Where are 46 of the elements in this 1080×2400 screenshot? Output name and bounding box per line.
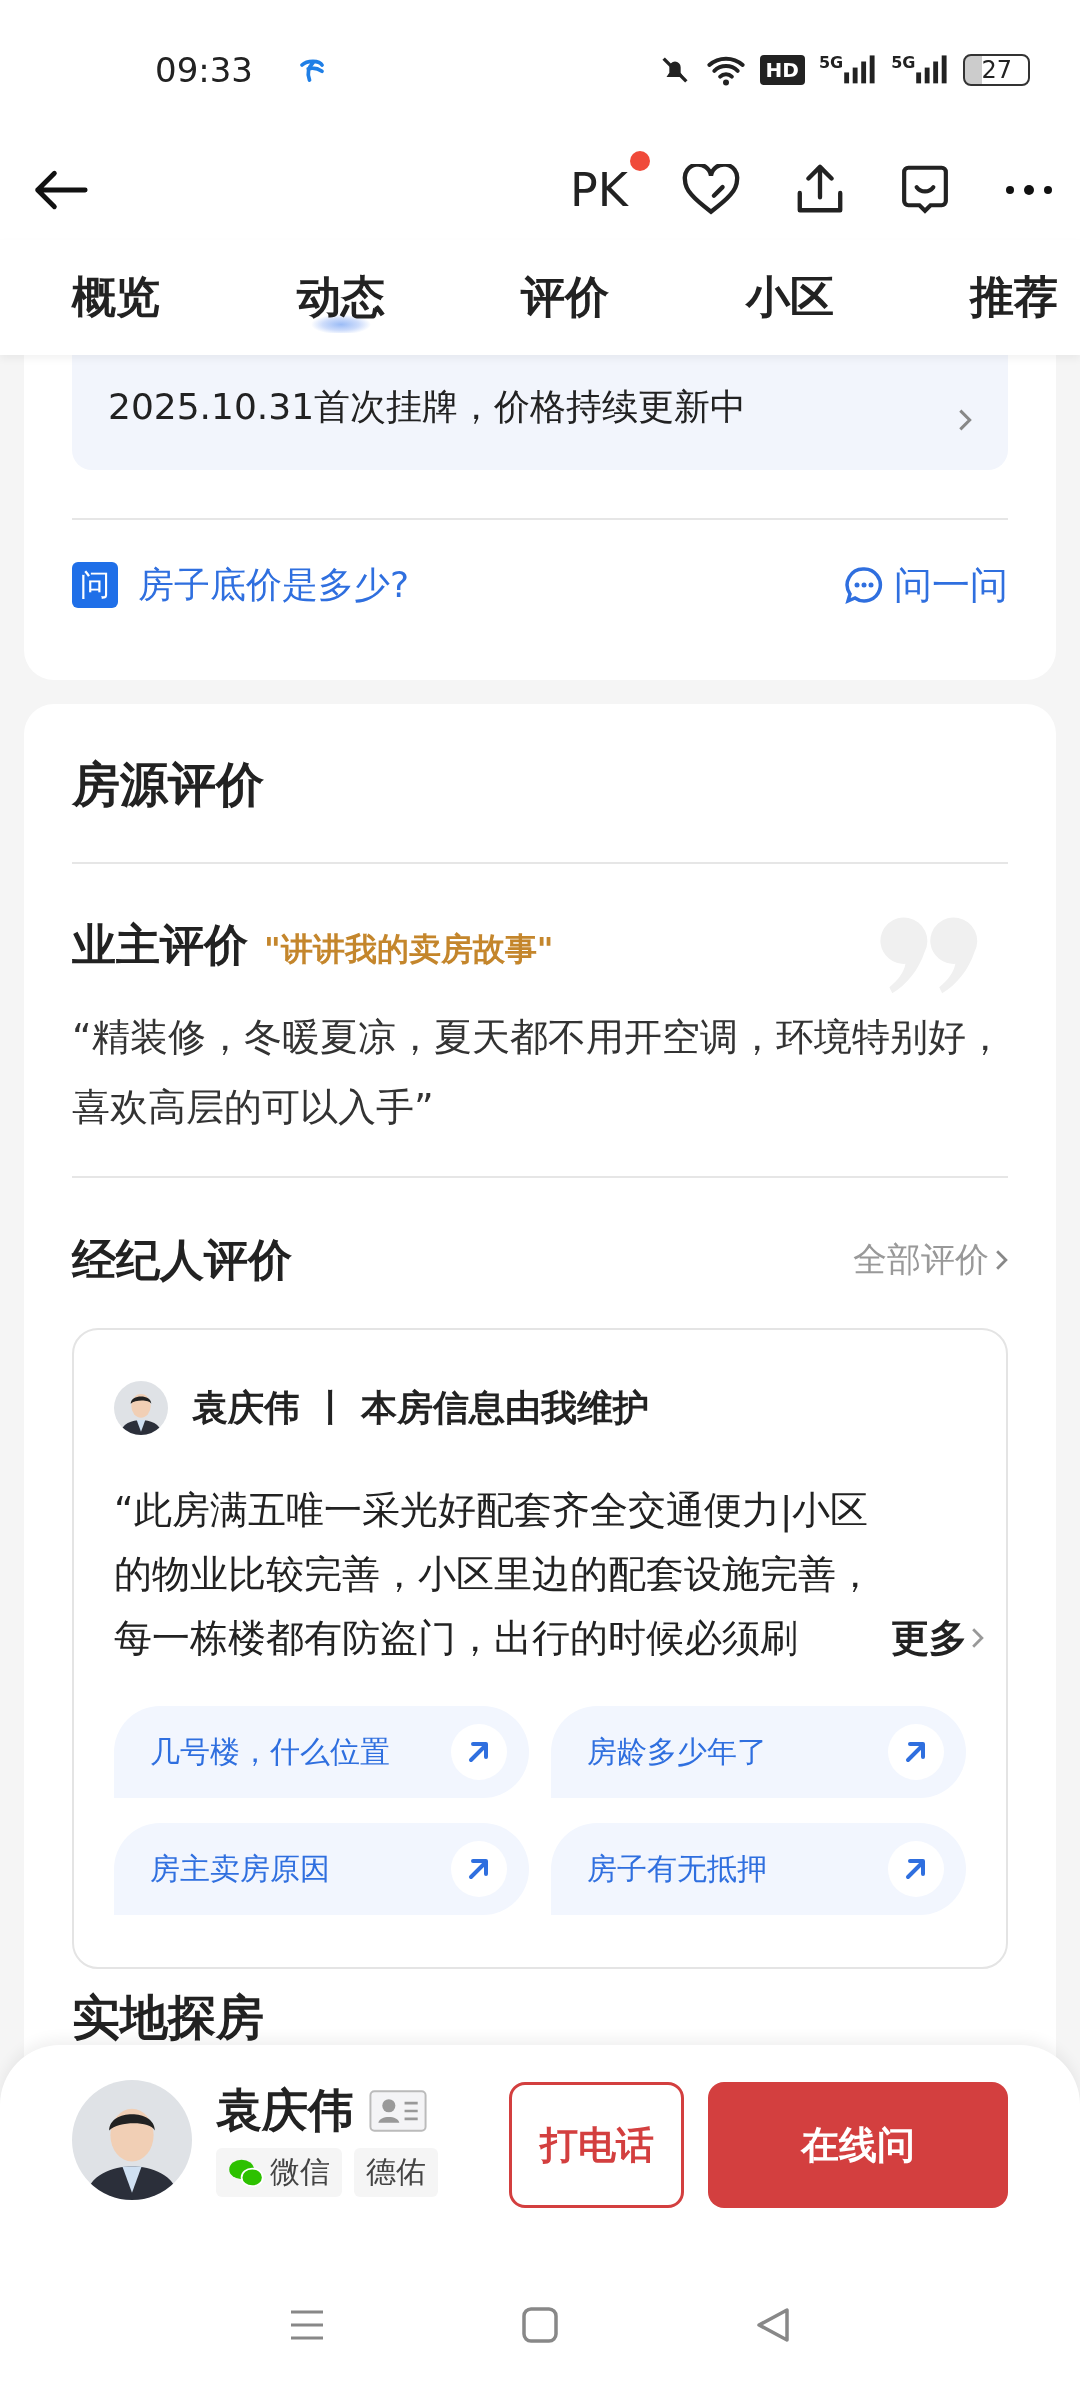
id-card-icon[interactable] (368, 2090, 428, 2132)
owner-review-text: “精装修，冬暖夏凉，夏天都不用开空调，环境特别好，喜欢高层的可以入手” (72, 1014, 1005, 1131)
tab[interactable]: 小区 (745, 262, 834, 333)
more-link[interactable]: 更多 (891, 1606, 984, 1670)
tab[interactable]: 推荐 (970, 262, 1058, 333)
agent-review-text: “此房满五唯一采光好配套齐全交通便力|小区的物业比较完善，小区里边的配套设施完善，每一栋楼都有防盗门，出行的时候必须刷 (114, 1487, 875, 1662)
chat-bubbles-icon (228, 2157, 264, 2188)
agent-name: 袁庆伟 (216, 2082, 354, 2139)
back-triangle-icon[interactable] (755, 2307, 792, 2343)
chevron-right-icon (958, 408, 972, 432)
signal-icon (915, 55, 950, 85)
back-arrow-icon[interactable] (32, 169, 88, 211)
owner-review-title: 业主评价 (72, 918, 248, 972)
network-label: 5G (818, 55, 844, 71)
section-title: 房源评价 (72, 755, 265, 814)
call-button[interactable]: 打电话 (509, 2082, 684, 2208)
all-reviews-link[interactable]: 全部评价 (853, 1237, 1008, 1283)
status-time: 09:33 (155, 50, 253, 90)
question-chip[interactable]: 房龄多少年了 (551, 1706, 966, 1798)
home-square-icon[interactable] (522, 2307, 558, 2343)
online-chat-button[interactable]: 在线问 (708, 2082, 1008, 2208)
listing-banner[interactable]: 2025.10.31首次挂牌，价格持续更新中 (72, 355, 1008, 470)
chevron-right-icon (971, 1627, 984, 1649)
owner-review-slogan: "讲讲我的卖房故事" (264, 929, 554, 970)
heart-icon[interactable] (682, 164, 740, 216)
signal-icon (843, 55, 878, 85)
agent-tag: 德佑 (354, 2148, 438, 2197)
more-icon[interactable] (1004, 184, 1054, 196)
battery-indicator: 27 (963, 54, 1030, 86)
network-label: 5G (891, 55, 916, 71)
chat-bubble-icon (844, 565, 884, 605)
tab[interactable]: 评价 (521, 262, 609, 333)
question-badge: 问 (72, 562, 118, 608)
question-link[interactable]: 房子底价是多少? (138, 560, 410, 610)
section-title: 实地探房 (72, 1988, 265, 2047)
question-chip[interactable]: 几号楼，什么位置 (114, 1706, 529, 1798)
question-chip[interactable]: 房主卖房原因 (114, 1823, 529, 1915)
hd-badge: HD (759, 55, 805, 85)
pk-button[interactable]: PK (570, 163, 628, 217)
agent-review-heading: 袁庆伟 丨 本房信息由我维护 (192, 1385, 650, 1430)
tab[interactable]: 概览 (72, 262, 160, 333)
ask-link[interactable]: 问一问 (894, 559, 1008, 611)
question-chip[interactable]: 房子有无抵押 (551, 1823, 966, 1915)
agent-review-title: 经纪人评价 (72, 1232, 292, 1287)
chevron-right-icon (995, 1249, 1008, 1271)
agent-tag: 微信 (216, 2148, 342, 2197)
